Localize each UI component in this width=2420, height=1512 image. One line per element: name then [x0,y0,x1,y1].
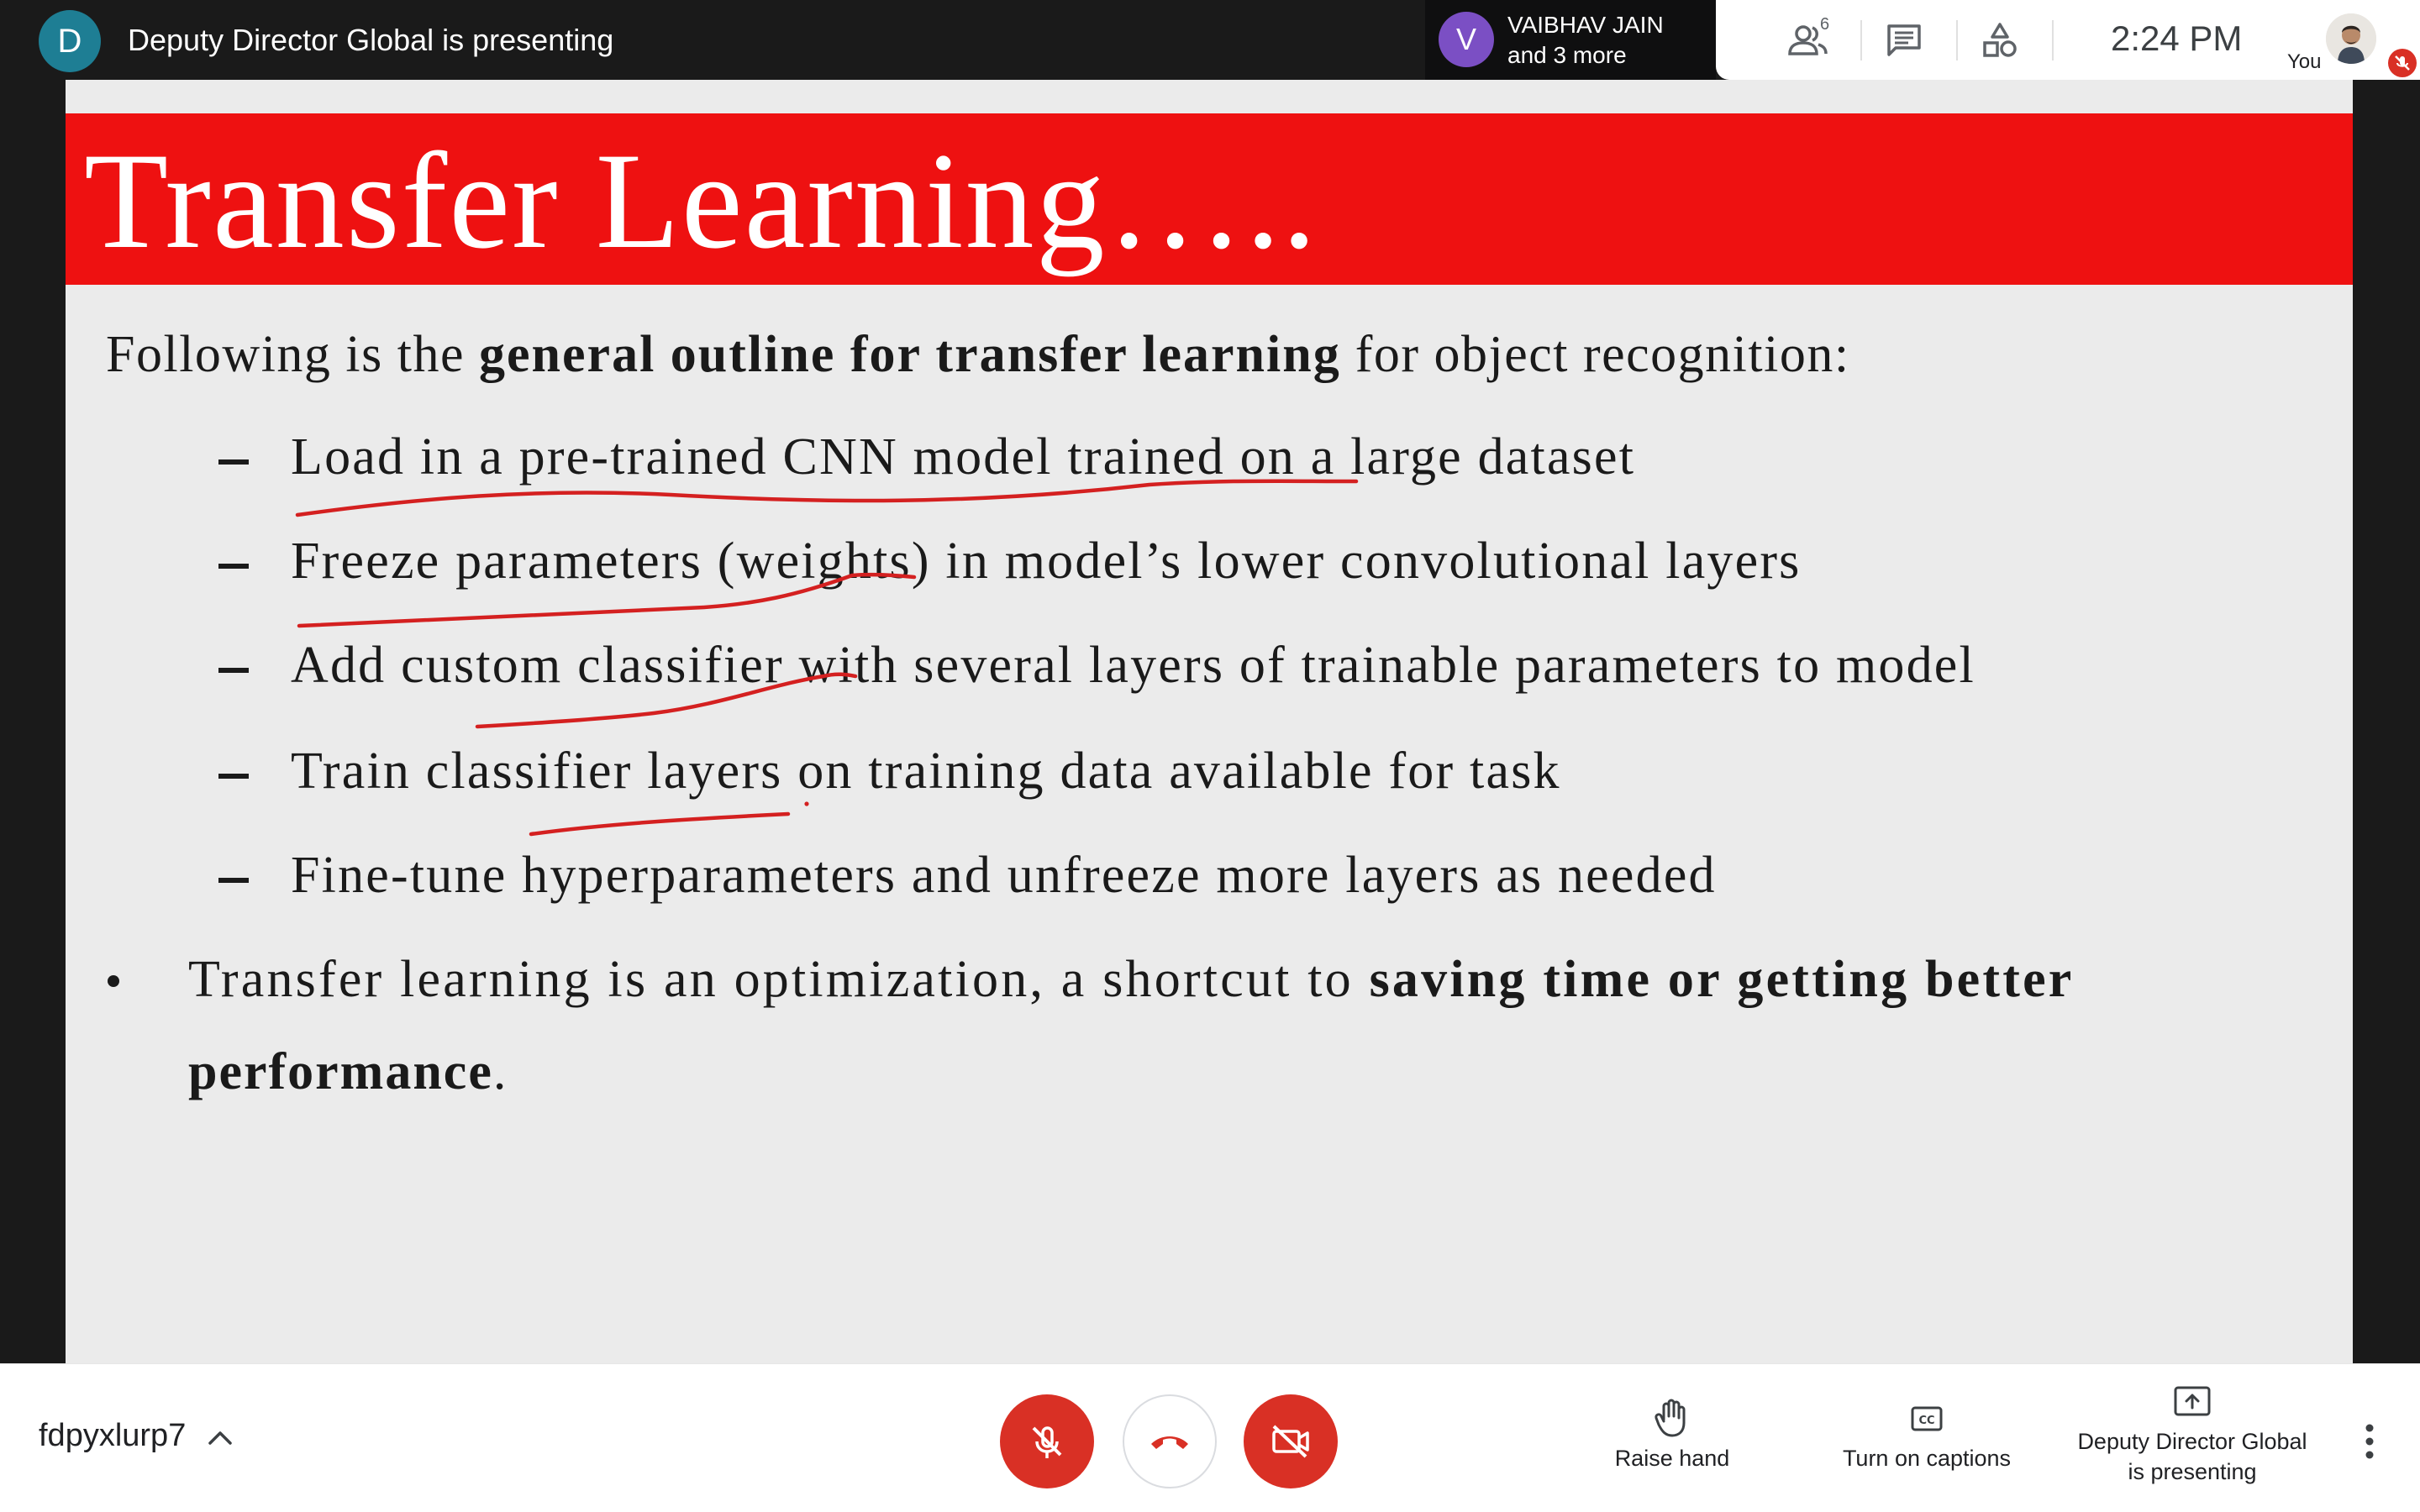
bottom-bar: fdpyxlurp7 Raise hand CC Turn on caption… [0,1363,2420,1512]
ink-dot [804,801,809,806]
intro-bold: general outline for transfer learning [479,326,1341,383]
main-bullet-line: performance. [188,1042,508,1102]
participants-chip[interactable]: V VAIBHAV JAIN and 3 more [1425,0,1716,80]
slide-header-band: Transfer Learning….. [66,113,2353,285]
captions-label: Turn on captions [1842,1446,2012,1471]
end-call-icon [1151,1436,1188,1449]
present-screen-icon [2174,1386,2211,1416]
presented-slide: Transfer Learning….. Following is the ge… [66,80,2353,1363]
sub-item: Freeze parameters (weights) in model’s l… [291,533,1802,590]
people-button[interactable]: 6 [1778,15,1839,66]
raise-hand-button[interactable]: Raise hand [1597,1398,1748,1473]
divider [2052,20,2054,60]
sub-item: Add custom classifier with several layer… [291,637,1975,694]
presenting-button[interactable]: Deputy Director Global is presenting [2064,1383,2321,1487]
captions-button[interactable]: CC Turn on captions [1828,1398,2025,1473]
chat-button[interactable] [1874,15,1934,66]
main-bullet-text: Transfer learning is an optimization, a … [188,951,1370,1008]
slide-title: Transfer Learning….. [84,125,1318,277]
top-bar: D Deputy Director Global is presenting V… [0,0,2420,80]
sub-bullet-dash [218,564,249,569]
meeting-code[interactable]: fdpyxlurp7 [39,1418,186,1454]
main-bullet-bold: performance [188,1043,493,1100]
presenter-avatar: D [39,10,101,72]
divider [1860,20,1862,60]
participants-more: and 3 more [1507,42,1627,68]
ink-underline [529,811,791,837]
presenting-label: Deputy Director Global [2077,1429,2307,1454]
microphone-toggle-button[interactable] [1000,1394,1094,1488]
sub-bullet-dash [218,878,249,883]
self-muted-badge [2388,49,2417,77]
chat-icon [1887,24,1921,56]
self-avatar [2326,13,2376,64]
activities-icon [1983,23,2017,57]
self-video-tile[interactable]: You [2275,0,2420,80]
sub-item: Train classifier layers on training data… [291,743,1561,800]
activities-button[interactable] [1970,15,2030,66]
participant-name: VAIBHAV JAIN [1507,12,1664,38]
sub-bullet-dash [218,774,249,779]
clock: 2:24 PM [2111,18,2243,58]
main-bullet-tail: . [492,1043,508,1100]
user-photo-icon [2326,13,2376,64]
camera-toggle-button[interactable] [1244,1394,1338,1488]
mic-off-icon [1032,1426,1062,1458]
svg-text:CC: CC [1918,1415,1934,1427]
closed-captions-icon: CC [1911,1406,1943,1431]
chevron-up-icon[interactable] [202,1420,239,1457]
divider [1956,20,1958,60]
sub-bullet-dash [218,668,249,673]
intro-tail: for object recognition: [1340,326,1850,383]
presenter-status: Deputy Director Global is presenting [128,23,614,57]
sub-item: Fine-tune hyperparameters and unfreeze m… [291,847,1717,904]
end-call-button[interactable] [1123,1394,1217,1488]
presentation-area: Transfer Learning….. Following is the ge… [0,80,2420,1363]
sub-item: Load in a pre-trained CNN model trained … [291,428,1636,486]
intro-text: Following is the [106,326,480,383]
hand-icon [1655,1399,1686,1437]
main-bullet-line: Transfer learning is an optimization, a … [188,950,2075,1010]
presenting-label-line2: is presenting [2128,1459,2257,1484]
meeting-tools: 6 2:24 PM [1716,0,2275,80]
people-count: 6 [1820,15,1830,34]
participant-avatar: V [1439,12,1494,67]
raise-hand-label: Raise hand [1614,1446,1730,1471]
camera-off-icon [1272,1425,1309,1458]
meet-window: D Deputy Director Global is presenting V… [0,0,2420,1512]
self-label: You [2287,50,2322,73]
main-bullet-dot [108,975,119,987]
main-bullet-bold: saving time or getting better [1369,951,2075,1008]
sub-bullet-dash [218,459,249,465]
slide-intro: Following is the general outline for tra… [106,325,1850,385]
more-options-icon[interactable] [2353,1418,2386,1465]
mic-off-icon [2395,55,2410,71]
